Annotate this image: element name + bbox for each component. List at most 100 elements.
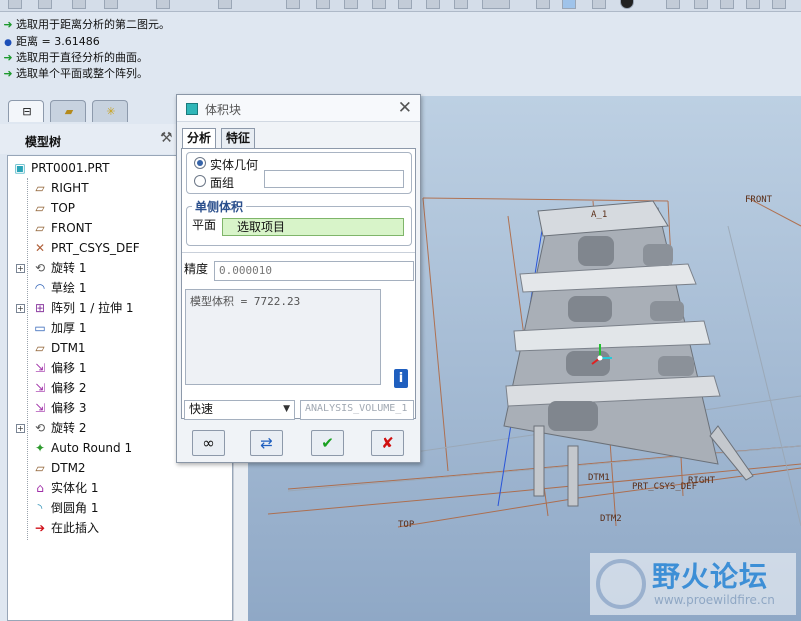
watermark-url: www.proewildfire.cn	[654, 593, 775, 607]
datum-label-top: TOP	[398, 520, 415, 530]
plane-selector[interactable]: 选取项目	[222, 218, 404, 236]
revolve-icon: ⟲	[34, 421, 46, 435]
auto-round-icon: ✦	[34, 441, 46, 455]
datum-plane-icon: ▱	[35, 461, 45, 475]
offset-icon: ⇲	[34, 361, 46, 375]
watermark-name: 野火论坛	[652, 560, 769, 593]
result-area: 模型体积 = 7722.23	[185, 289, 381, 385]
datum-label-front: FRONT	[745, 195, 773, 205]
toolbar-button[interactable]	[592, 0, 606, 9]
insert-here-icon: ➔	[34, 521, 46, 535]
toolbar-button[interactable]	[316, 0, 330, 9]
message-line: ➜ 选取用于距离分析的第二图元。	[3, 18, 170, 31]
arrow-icon: ➜	[3, 18, 13, 31]
toolbar-button[interactable]	[426, 0, 440, 9]
info-icon[interactable]: i	[394, 369, 408, 388]
toolbar-button[interactable]	[694, 0, 708, 9]
precision-input[interactable]: 0.000010	[214, 261, 414, 281]
ok-button[interactable]: ✔	[311, 430, 344, 456]
tab-feature[interactable]: 特征	[221, 128, 256, 148]
datum-label-dtm2: DTM2	[600, 514, 622, 524]
toolbar-button[interactable]	[482, 0, 510, 9]
datum-plane-icon: ▱	[35, 181, 45, 195]
main-toolbar	[0, 0, 801, 12]
toolbar-button[interactable]	[8, 0, 22, 9]
solidify-icon: ⌂	[36, 481, 44, 495]
part-opening	[566, 351, 610, 376]
toolbar-button[interactable]	[72, 0, 86, 9]
plane-label: 平面	[192, 218, 217, 232]
csys-icon: ✕	[34, 241, 46, 255]
part-opening	[568, 296, 612, 322]
revolve-icon: ⟲	[34, 261, 46, 275]
toolbar-button[interactable]	[344, 0, 358, 9]
part-opening	[658, 356, 694, 376]
datum-plane-icon: ▱	[35, 341, 45, 355]
toolbar-button[interactable]	[398, 0, 412, 9]
part-opening	[578, 236, 614, 266]
radio-quilt-label: 面组	[210, 176, 235, 190]
watermark-logo-icon	[596, 559, 646, 609]
divider	[182, 252, 415, 253]
toolbar-button[interactable]	[620, 0, 634, 9]
precision-label: 精度	[184, 262, 209, 276]
watermark: 野火论坛 www.proewildfire.cn	[590, 553, 796, 615]
toolbar-button[interactable]	[218, 0, 232, 9]
datum-line	[422, 197, 449, 472]
refresh-icon: ⇄	[260, 434, 273, 452]
datum-label-csys: PRT_CSYS_DEF	[632, 482, 697, 492]
quilt-selector[interactable]	[264, 170, 404, 188]
cancel-button[interactable]: ✘	[371, 430, 404, 456]
close-icon[interactable]: ✕	[398, 98, 412, 118]
chevron-down-icon: ▼	[283, 404, 290, 414]
toolbar-button[interactable]	[720, 0, 734, 9]
analysis-name-input[interactable]: ANALYSIS_VOLUME_1	[300, 400, 414, 420]
tree-item-insert-here[interactable]: ➔ 在此插入	[8, 518, 228, 538]
toolbar-button[interactable]	[562, 0, 576, 9]
tab-model-tree[interactable]: ⊟	[8, 100, 44, 122]
expand-toggle[interactable]: +	[16, 424, 25, 433]
volume-icon	[186, 103, 198, 115]
repeat-button[interactable]: ⇄	[250, 430, 283, 456]
part-opening	[548, 401, 598, 431]
toolbar-button[interactable]	[156, 0, 170, 9]
radio-solid-geometry[interactable]	[194, 157, 206, 169]
pattern-icon: ⊞	[34, 301, 46, 315]
volume-dialog[interactable]: 体积块 ✕ 分析 特征 实体几何 面组 单侧体积 平面 选取项目 精度 0.00…	[176, 94, 421, 463]
settings-icon[interactable]: ⚒	[160, 130, 173, 146]
toolbar-button[interactable]	[454, 0, 468, 9]
toolbar-button[interactable]	[666, 0, 680, 9]
dialog-titlebar[interactable]: 体积块 ✕	[177, 95, 420, 122]
toolbar-button[interactable]	[772, 0, 786, 9]
round-icon: ◝	[37, 501, 43, 515]
offset-icon: ⇲	[34, 401, 46, 415]
tab-favorites[interactable]: ✳	[92, 100, 128, 122]
expand-toggle[interactable]: +	[16, 264, 25, 273]
expand-toggle[interactable]: +	[16, 304, 25, 313]
part-opening	[643, 244, 673, 266]
sketch-icon: ◠	[34, 281, 46, 295]
model-tree-title: 模型树	[25, 135, 62, 149]
tab-folder-browser[interactable]: ▰	[50, 100, 86, 122]
tree-item-solidify-1[interactable]: ⌂ 实体化 1	[8, 478, 228, 498]
offset-icon: ⇲	[34, 381, 46, 395]
part-icon: ▣	[14, 161, 26, 175]
preview-button[interactable]: ∞	[192, 430, 225, 456]
datum-line	[727, 225, 801, 527]
tree-item-round-1[interactable]: ◝ 倒圆角 1	[8, 498, 228, 518]
datum-plane-icon: ▱	[35, 221, 45, 235]
compute-mode-select[interactable]: 快速 ▼	[184, 400, 295, 420]
glasses-icon: ∞	[202, 434, 215, 452]
tab-analysis[interactable]: 分析	[182, 128, 217, 148]
datum-line	[422, 197, 669, 202]
toolbar-button[interactable]	[536, 0, 550, 9]
radio-quilt[interactable]	[194, 175, 206, 187]
cancel-icon: ✘	[381, 434, 394, 452]
message-line: ➜ 选取单个平面或整个阵列。	[3, 67, 148, 80]
toolbar-button[interactable]	[104, 0, 118, 9]
toolbar-button[interactable]	[38, 0, 52, 9]
datum-plane-icon: ▱	[35, 201, 45, 215]
toolbar-button[interactable]	[746, 0, 760, 9]
toolbar-button[interactable]	[286, 0, 300, 9]
toolbar-button[interactable]	[372, 0, 386, 9]
